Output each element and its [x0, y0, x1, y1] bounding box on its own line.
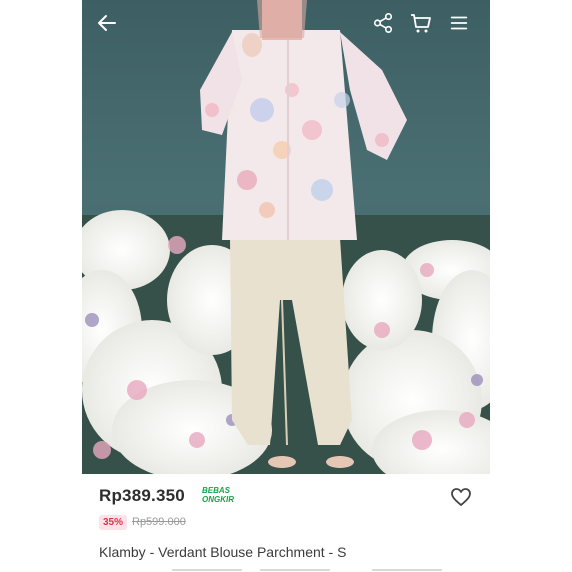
share-button[interactable]	[368, 8, 398, 38]
product-image[interactable]	[82, 0, 490, 474]
product-photo-illustration	[82, 0, 490, 474]
original-price: Rp599.000	[132, 516, 186, 528]
tab-indicator	[372, 569, 442, 571]
product-info-panel: Rp389.350 BEBAS ONGKIR 35% Rp599.000 Kla…	[82, 474, 490, 572]
share-icon	[373, 13, 393, 33]
free-shipping-badge: BEBAS ONGKIR	[202, 486, 246, 504]
menu-button[interactable]	[444, 8, 474, 38]
tab-indicator	[260, 569, 330, 571]
top-navigation-bar	[82, 0, 490, 46]
hamburger-menu-icon	[450, 16, 468, 30]
back-button[interactable]	[92, 8, 122, 38]
cart-button[interactable]	[406, 8, 436, 38]
arrow-left-icon	[98, 15, 116, 31]
cart-icon	[411, 14, 431, 33]
wishlist-button[interactable]	[446, 482, 476, 512]
product-detail-screen: Rp389.350 BEBAS ONGKIR 35% Rp599.000 Kla…	[82, 0, 490, 572]
discount-badge: 35%	[99, 515, 128, 530]
product-price: Rp389.350	[99, 486, 185, 505]
free-shipping-badge-line-1: BEBAS	[202, 486, 231, 495]
free-shipping-badge-line-2: ONGKIR	[202, 495, 234, 504]
heart-icon	[451, 488, 471, 506]
product-title: Klamby - Verdant Blouse Parchment - S	[99, 544, 347, 560]
tab-indicator	[172, 569, 242, 571]
